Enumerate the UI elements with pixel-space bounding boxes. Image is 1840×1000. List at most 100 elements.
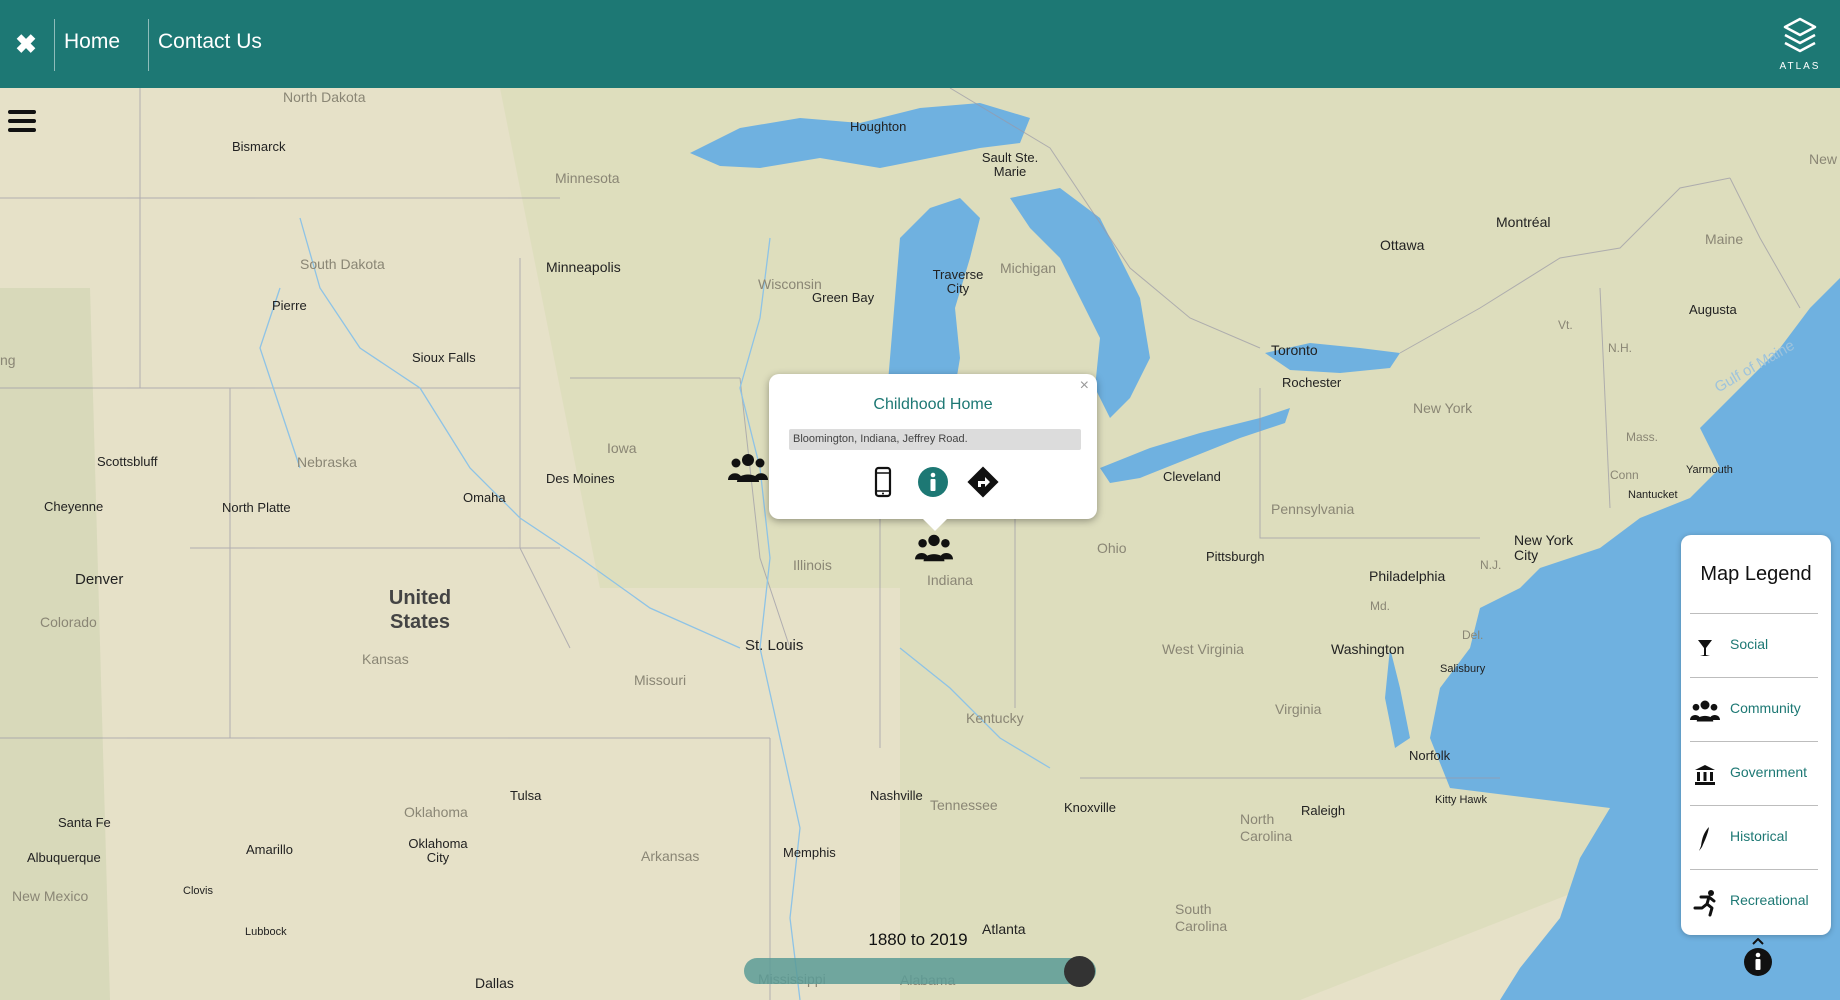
popup-close-icon[interactable]: × <box>1080 377 1089 395</box>
map-label: Bismarck <box>232 139 286 154</box>
map-label: Indiana <box>927 572 973 588</box>
map-label: Pierre <box>272 298 307 313</box>
feather-icon <box>1690 824 1720 854</box>
map-label: ng <box>0 352 16 368</box>
map-label: Michigan <box>1000 260 1057 276</box>
map-label: Missouri <box>634 672 687 688</box>
legend-item-recreational[interactable]: Recreational <box>1690 869 1818 933</box>
map-label: North Dakota <box>283 89 366 105</box>
map-label: N.J. <box>1480 558 1502 572</box>
menu-toggle-icon[interactable] <box>8 110 36 132</box>
map-label: Cleveland <box>1163 469 1221 484</box>
landmark-icon <box>1690 760 1720 790</box>
legend-item-government[interactable]: Government <box>1690 741 1818 805</box>
nav-divider <box>148 19 149 71</box>
legend-title: Map Legend <box>1700 563 1812 585</box>
cocktail-icon <box>1690 632 1720 662</box>
directions-icon[interactable] <box>967 466 1000 498</box>
map-label: United States <box>388 587 452 633</box>
map-label: North Platte <box>222 500 291 515</box>
map-label: Md. <box>1370 599 1391 613</box>
map-label: Sioux Falls <box>412 350 476 365</box>
map-label: Philadelphia <box>1369 568 1446 584</box>
map-label: Kitty Hawk <box>1435 794 1487 806</box>
map-label: Ottawa <box>1380 237 1425 253</box>
atlas-logo-icon <box>1783 17 1817 53</box>
map-label: Knoxville <box>1064 800 1117 815</box>
map-label: Santa Fe <box>58 815 111 830</box>
nav-home-link[interactable]: Home <box>64 30 120 54</box>
map-label: Memphis <box>783 845 836 860</box>
legend-label: Government <box>1730 764 1808 780</box>
map-label: New <box>1809 151 1838 167</box>
legend-label: Social <box>1730 636 1769 652</box>
map-label: Minnesota <box>555 170 620 186</box>
map-label: South Dakota <box>300 256 385 272</box>
map-label: South Carolina <box>1175 901 1228 934</box>
map-label: Augusta <box>1689 302 1737 317</box>
map-label: Conn <box>1610 468 1639 482</box>
map-label: West Virginia <box>1162 641 1244 657</box>
legend-item-community[interactable]: Community <box>1690 677 1818 741</box>
users-icon <box>1690 696 1720 726</box>
timeline-slider-handle[interactable] <box>1064 956 1095 987</box>
map-label: Scottsbluff <box>97 454 158 469</box>
map-label: New Mexico <box>12 888 89 904</box>
map-label: Vt. <box>1558 318 1573 332</box>
map-label: Houghton <box>850 119 907 134</box>
map-label: Sault Ste. Marie <box>981 150 1039 179</box>
map-label: Lubbock <box>245 926 287 938</box>
map-label: Nashville <box>870 788 923 803</box>
map-label: Del. <box>1462 628 1484 642</box>
popup-address: Bloomington, Indiana, Jeffrey Road. <box>789 429 1081 450</box>
nav-divider <box>54 19 55 71</box>
nav-contact-link[interactable]: Contact Us <box>158 30 262 54</box>
map-label: Tulsa <box>510 788 542 803</box>
map-label: Iowa <box>607 440 637 456</box>
map-legend: Map Legend Social Community Government H… <box>1681 535 1831 935</box>
top-navbar: ✖ Home Contact Us ATLAS <box>0 0 1840 88</box>
map-label: Nantucket <box>1628 489 1678 501</box>
legend-info-icon[interactable] <box>1743 937 1773 978</box>
legend-label: Recreational <box>1730 892 1809 908</box>
map-label: Kansas <box>362 651 409 667</box>
map-label: Colorado <box>40 614 97 630</box>
running-icon <box>1690 888 1720 918</box>
map-label: Oklahoma City <box>408 836 468 865</box>
close-icon[interactable]: ✖ <box>10 28 42 60</box>
atlas-logo[interactable]: ATLAS <box>1778 16 1822 72</box>
timeline-slider-track[interactable] <box>744 958 1096 984</box>
map-label: Clovis <box>183 885 213 897</box>
map-label: Des Moines <box>546 471 615 486</box>
map-label: Ohio <box>1097 540 1127 556</box>
map-label: New York <box>1413 400 1473 416</box>
map-label: Mass. <box>1626 430 1659 444</box>
map-label: Rochester <box>1282 375 1342 390</box>
map-label: Amarillo <box>246 842 293 857</box>
legend-item-social[interactable]: Social <box>1690 613 1818 677</box>
community-marker-icon[interactable] <box>728 452 768 489</box>
community-marker-icon[interactable] <box>915 532 953 569</box>
phone-icon[interactable] <box>867 466 899 498</box>
map-canvas[interactable]: North Dakota Bismarck Minnesota Minneapo… <box>0 88 1840 1000</box>
map-label: Montréal <box>1496 214 1551 230</box>
location-popup: × Childhood Home Bloomington, Indiana, J… <box>769 374 1097 531</box>
info-icon[interactable] <box>917 466 949 498</box>
timeline-range-label: 1880 to 2019 <box>868 930 968 949</box>
map-label: Raleigh <box>1301 803 1346 818</box>
map-label: Minneapolis <box>546 259 621 275</box>
map-label: Maine <box>1705 231 1744 247</box>
map-label: Denver <box>75 571 124 588</box>
legend-item-historical[interactable]: Historical <box>1690 805 1818 869</box>
map-label: Yarmouth <box>1686 464 1733 476</box>
map-label: Oklahoma <box>404 804 468 820</box>
map-label: St. Louis <box>745 637 804 654</box>
popup-actions <box>769 466 1097 498</box>
popup-title: Childhood Home <box>873 396 993 413</box>
map-label: Nebraska <box>297 454 357 470</box>
map-label: Pittsburgh <box>1206 549 1265 564</box>
map-label: Albuquerque <box>27 850 101 865</box>
map-label: Washington <box>1331 641 1405 657</box>
map-label: N.H. <box>1608 341 1632 355</box>
legend-label: Historical <box>1730 828 1788 844</box>
